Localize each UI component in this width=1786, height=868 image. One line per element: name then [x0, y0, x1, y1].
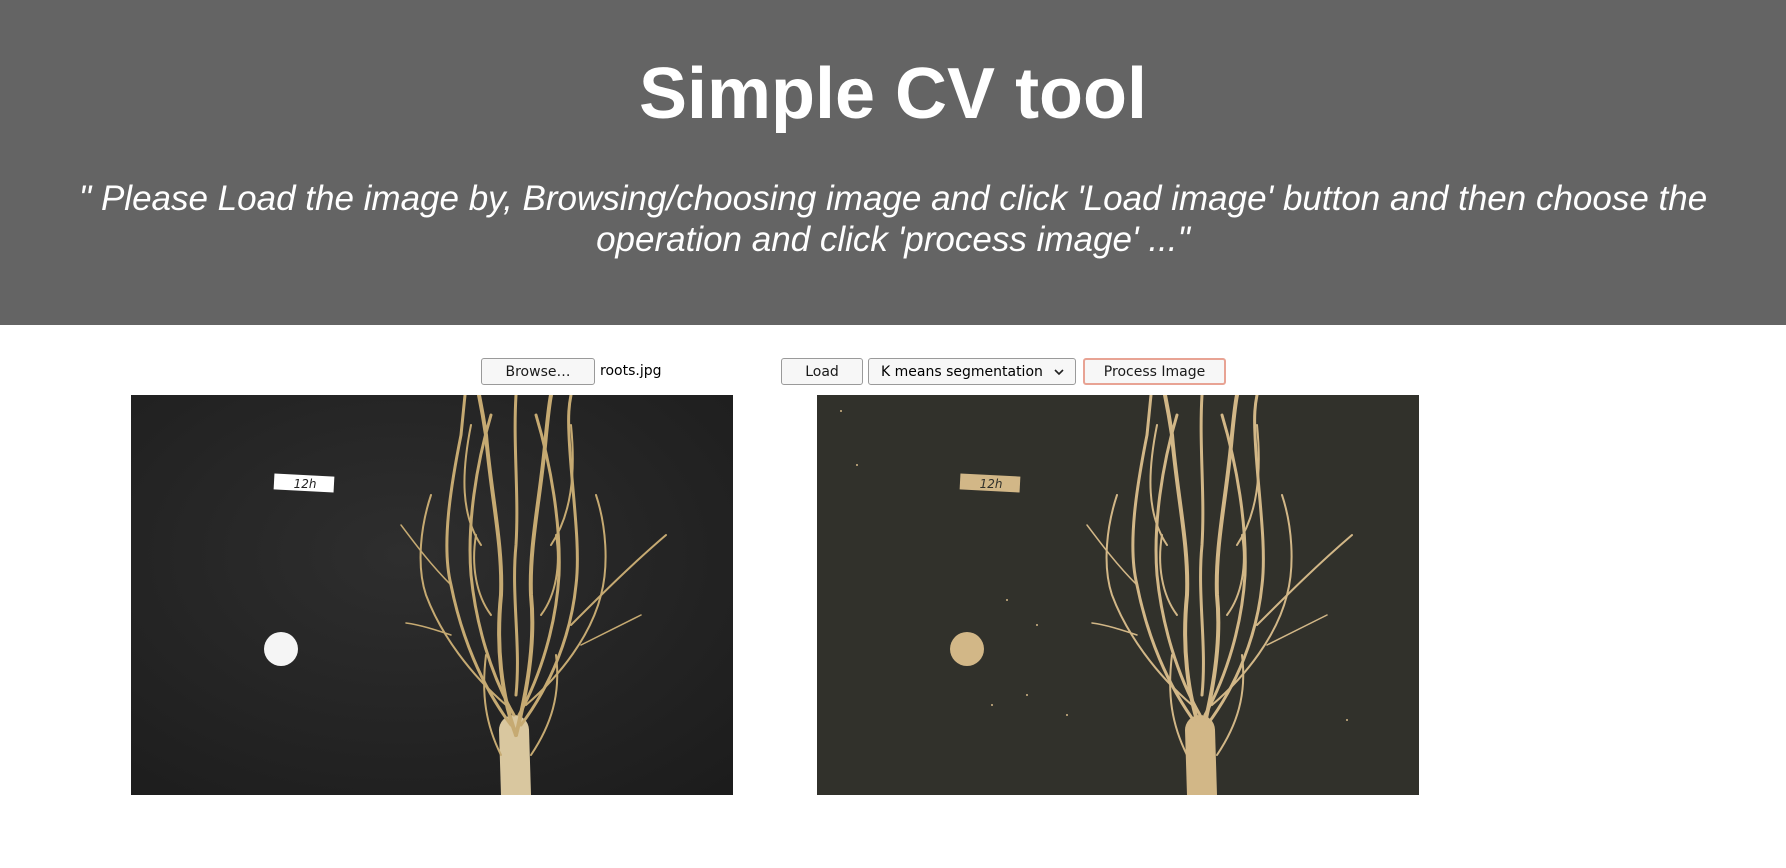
chevron-down-icon: [1054, 369, 1064, 376]
original-image: 12h: [131, 395, 733, 795]
page-header: Simple CV tool " Please Load the image b…: [0, 0, 1786, 325]
selected-file-name: roots.jpg: [600, 363, 662, 379]
processed-image: 12h: [817, 395, 1419, 795]
sample-label: 12h: [273, 473, 335, 493]
load-button[interactable]: Load: [781, 358, 863, 385]
operation-select-value: K means segmentation: [881, 363, 1043, 380]
page-title: Simple CV tool: [638, 54, 1148, 134]
process-image-button[interactable]: Process Image: [1083, 358, 1226, 385]
operation-select[interactable]: K means segmentation: [868, 358, 1076, 385]
toolbar: Browse… roots.jpg Load K means segmentat…: [0, 358, 1786, 386]
reference-disc: [264, 632, 298, 666]
browse-button[interactable]: Browse…: [481, 358, 595, 385]
segmented-label: 12h: [959, 473, 1021, 493]
instructions-text: " Please Load the image by, Browsing/cho…: [78, 179, 1708, 259]
sample-label-text: 12h: [294, 477, 317, 491]
segmented-label-text: 12h: [980, 477, 1003, 491]
segmented-reference-disc: [950, 632, 984, 666]
